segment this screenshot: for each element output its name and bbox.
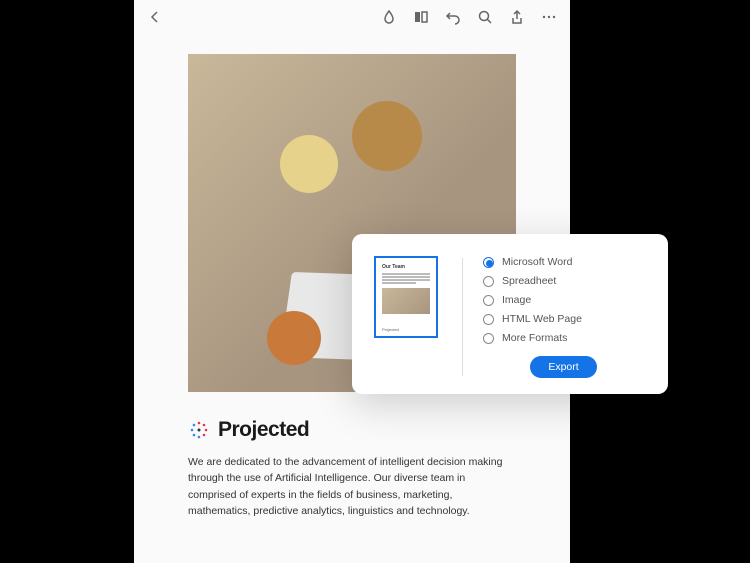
toolbar <box>134 0 570 34</box>
export-option-more[interactable]: More Formats <box>483 332 644 344</box>
export-option-image[interactable]: Image <box>483 294 644 306</box>
export-panel: Our Team Projected Microsoft Word Spread… <box>352 234 668 394</box>
radio-icon <box>483 314 494 325</box>
logo-row: Projected <box>188 418 516 442</box>
export-option-html[interactable]: HTML Web Page <box>483 313 644 325</box>
more-icon[interactable] <box>540 8 558 26</box>
export-button[interactable]: Export <box>530 356 596 378</box>
radio-icon <box>483 257 494 268</box>
panel-divider <box>462 258 463 376</box>
logo-mark-icon <box>188 419 210 441</box>
radio-icon <box>483 295 494 306</box>
export-option-word[interactable]: Microsoft Word <box>483 256 644 268</box>
export-option-spreadsheet[interactable]: Spreadheet <box>483 275 644 287</box>
thumbnail-column: Our Team Projected <box>374 256 438 378</box>
radio-label: Image <box>502 294 531 306</box>
logo-text: Projected <box>218 418 309 442</box>
radio-icon <box>483 276 494 287</box>
share-icon[interactable] <box>508 8 526 26</box>
body-paragraph: We are dedicated to the advancement of i… <box>188 454 516 519</box>
thumb-logo: Projected <box>382 327 399 332</box>
radio-icon <box>483 333 494 344</box>
radio-label: HTML Web Page <box>502 313 582 325</box>
export-options: Microsoft Word Spreadheet Image HTML Web… <box>483 256 644 378</box>
panel-icon[interactable] <box>412 8 430 26</box>
document-thumbnail[interactable]: Our Team Projected <box>374 256 438 338</box>
search-icon[interactable] <box>476 8 494 26</box>
thumb-title: Our Team <box>382 264 430 270</box>
radio-label: Spreadheet <box>502 275 556 287</box>
undo-icon[interactable] <box>444 8 462 26</box>
back-icon[interactable] <box>146 8 164 26</box>
water-drop-icon[interactable] <box>380 8 398 26</box>
radio-label: More Formats <box>502 332 567 344</box>
radio-label: Microsoft Word <box>502 256 572 268</box>
